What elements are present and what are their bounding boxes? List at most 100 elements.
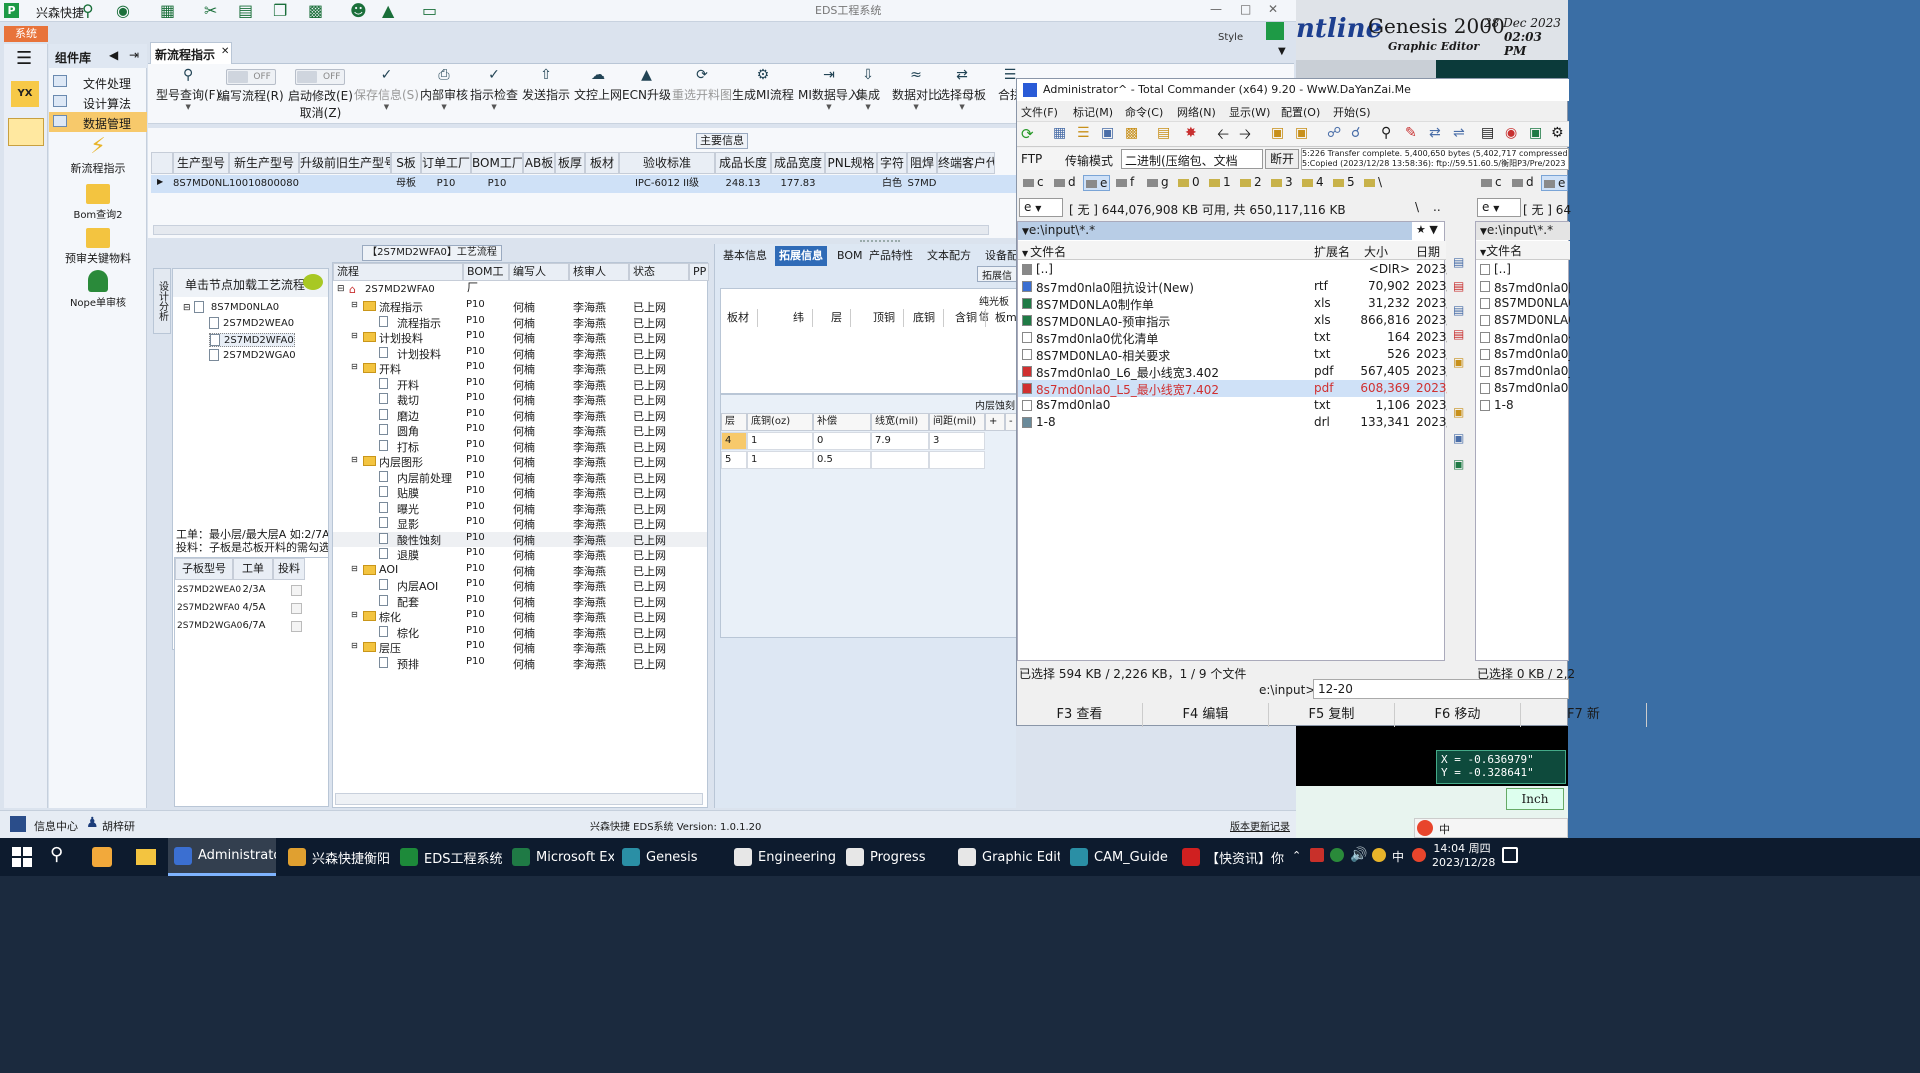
flow-row[interactable]: 磨边 P10 何楠 李海燕 已上网 (333, 408, 707, 423)
transfer-mode-select[interactable]: 二进制(压缩包、文档 (1121, 149, 1263, 169)
horizontal-scrollbar[interactable] (153, 225, 989, 235)
path-bar-right[interactable]: ▼e:\input\*.* (1476, 222, 1570, 240)
menu-icon[interactable]: ☰ (16, 48, 32, 69)
archive-icon[interactable]: ▣ (1295, 125, 1308, 141)
flow-row-selected[interactable]: 酸性蚀刻 P10 何楠 李海燕 已上网 (333, 531, 707, 547)
restore-button[interactable]: □ (1240, 2, 1251, 16)
tray-lang[interactable]: 中 (1392, 848, 1404, 865)
toolbar-button[interactable]: ⚲ 型号查询(F) ▼ (156, 66, 220, 111)
pack-icon[interactable]: ▣ (1271, 125, 1284, 141)
ftp-disconnect-icon[interactable]: ☌ (1351, 125, 1360, 141)
flow-row[interactable]: 内层前处理 P10 何楠 李海燕 已上网 (333, 470, 707, 485)
file-header-cell[interactable]: 扩展名 (1314, 243, 1350, 260)
flow-tree-root[interactable]: ⊟ ⌂ 2S7MD2WFA0 (333, 283, 709, 299)
monitor-icon[interactable]: ▭ (422, 1, 437, 20)
info-center-icon[interactable] (10, 816, 26, 832)
file-row[interactable]: 8s7md0nla0_L6_最小线宽3.402 pdf 567,405 2023/ (1018, 363, 1451, 380)
search-files-icon[interactable]: ⚲ (1381, 125, 1391, 141)
chevron-down-icon[interactable]: ▼ (959, 103, 964, 111)
drive-select[interactable]: e ▼ (1019, 198, 1063, 217)
expand-icon[interactable]: ⊟ (351, 564, 358, 573)
back-icon[interactable]: 🡠 (1217, 124, 1229, 149)
toolbar-button[interactable]: ≈ 数据对比 ▼ (892, 66, 940, 111)
etch-cell[interactable]: 0.5 (813, 451, 871, 469)
file-row[interactable]: 8s7md0nla0阻抗设计(New) rtf 70,902 2023/ (1018, 278, 1451, 295)
file-row[interactable]: [..] <DIR> 2023/ (1018, 261, 1451, 278)
multi-rename-icon[interactable]: ✎ (1405, 125, 1417, 141)
tc-menu-item[interactable]: 标记(M) (1073, 104, 1113, 120)
taskbar-item[interactable]: 兴森快捷衡阳... (282, 838, 390, 876)
close-tab-icon[interactable]: ✕ (221, 46, 229, 57)
file-row[interactable]: 8s7md0nla0阻 (1476, 278, 1570, 295)
sogou-tray-icon[interactable] (1412, 848, 1426, 862)
drive-button[interactable]: 0 (1176, 175, 1202, 191)
tc-menu-item[interactable]: 命令(C) (1125, 104, 1163, 120)
flow-row[interactable]: ⊟ 层压 P10 何楠 李海燕 已上网 (333, 640, 707, 655)
file-explorer-icon[interactable] (136, 849, 156, 865)
flow-row[interactable]: 曝光 P10 何楠 李海燕 已上网 (333, 501, 707, 516)
version-history-link[interactable]: 版本更新记录 (1230, 818, 1290, 833)
table-cell[interactable]: S7MD (907, 175, 937, 193)
copy-button-icon[interactable]: ▤ (1453, 255, 1464, 269)
sub-table-cell[interactable]: 2S7MD2WEA0 (177, 582, 241, 598)
table-cell[interactable]: 白色 (877, 175, 907, 193)
notepad-icon[interactable]: ▤ (1481, 125, 1494, 141)
parent-dir-button[interactable]: .. (1433, 200, 1441, 214)
flow-hscrollbar[interactable] (335, 793, 703, 805)
toggle-icon[interactable]: OFF (295, 69, 346, 85)
file-row[interactable]: 1-8 (1476, 397, 1570, 414)
tab-overflow-icon[interactable]: ▼ (1278, 46, 1286, 57)
flow-row[interactable]: 显影 P10 何楠 李海燕 已上网 (333, 516, 707, 531)
toolbar-button[interactable]: ⇥ MI数据导入 ▼ (798, 66, 860, 111)
disconnect-button[interactable]: 断开 (1265, 149, 1299, 169)
excel-button-icon[interactable]: ▣ (1453, 457, 1464, 471)
taskbar-item[interactable]: Microsoft Exc... (506, 838, 614, 876)
tab-detail[interactable]: 产品特性 (865, 246, 917, 266)
flow-row[interactable]: 配套 P10 何楠 李海燕 已上网 (333, 594, 707, 609)
flow-row[interactable]: 裁切 P10 何楠 李海燕 已上网 (333, 392, 707, 407)
nav-item-bom-query[interactable]: Bom查询2 (49, 182, 147, 226)
toolbar-button[interactable]: ⚙ 生成MI流程 (732, 66, 794, 103)
history-icon[interactable]: ★ ▼ (1416, 223, 1438, 236)
collapse-icon[interactable]: ◀ (109, 48, 118, 62)
drive-button[interactable]: 3 (1269, 175, 1295, 191)
table-cell[interactable] (523, 175, 555, 193)
taskbar-item[interactable]: 【快资讯】你... (1176, 838, 1284, 876)
film-icon[interactable]: ▤ (238, 1, 253, 20)
nav-group-file[interactable]: 文件处理 (49, 72, 147, 92)
forward-icon[interactable]: 🡢 (1239, 124, 1251, 149)
nav-group-design[interactable]: 设计算法 (49, 92, 147, 112)
cmd-input[interactable]: 12-20 (1313, 679, 1569, 699)
drive-button[interactable]: f (1114, 175, 1136, 191)
table-cell[interactable] (555, 175, 585, 193)
file-row[interactable]: 8S7MD0NLA0制作单 xls 31,232 2023/ (1018, 295, 1451, 312)
sub-table-cell[interactable]: 2S7MD2WFA0 (177, 600, 240, 616)
toolbar-button[interactable]: ✓ 指示检查 ▼ (470, 66, 518, 111)
ftp-icon[interactable]: ☍ (1327, 125, 1341, 141)
drive-button[interactable]: 2 (1238, 175, 1264, 191)
toolbar-button[interactable]: OFF 编写流程(R) (218, 66, 284, 104)
settings-icon[interactable]: ⚙ (1551, 125, 1564, 141)
expand-icon[interactable]: ⊟ (351, 331, 358, 340)
tree-view-icon[interactable]: ▩ (1125, 125, 1138, 141)
close-button[interactable]: ✕ (1268, 2, 1278, 16)
tc-menu-item[interactable]: 配置(O) (1281, 104, 1320, 120)
ime-toolbar[interactable]: 中 (1414, 818, 1568, 838)
table-cell[interactable] (299, 175, 391, 193)
lifebuoy-icon[interactable]: ◉ (116, 1, 130, 20)
delete-button-icon[interactable]: ▤ (1453, 327, 1464, 341)
flow-row[interactable]: 圆角 P10 何楠 李海燕 已上网 (333, 423, 707, 438)
etch-cell[interactable]: 3 (929, 432, 985, 450)
file-row-selected[interactable]: 8s7md0nla0_L5_最小线宽7.402 pdf 608,369 2023/ (1018, 380, 1451, 397)
nav-group-data[interactable]: 数据管理 (49, 112, 147, 132)
user-icon[interactable]: ☻ (350, 1, 367, 20)
toolbar-button[interactable]: ☁ 文控上网 (574, 66, 622, 103)
toolbar-button[interactable]: ⇄ 选择母板 ▼ (938, 66, 986, 111)
nav-item-new-flow[interactable]: ⚡ 新流程指示 (49, 134, 147, 180)
file-row[interactable]: 8s7md0nla0优 (1476, 329, 1570, 346)
table-cell[interactable]: 8S7MD0NLA0 (173, 175, 229, 193)
function-key-button[interactable]: F6 移动 (1395, 703, 1521, 727)
file-header-cell[interactable]: 大小 (1364, 243, 1388, 260)
minimize-button[interactable]: — (1210, 2, 1222, 16)
toolbar-button[interactable]: ⎙ 内部审核 ▼ (420, 66, 468, 111)
